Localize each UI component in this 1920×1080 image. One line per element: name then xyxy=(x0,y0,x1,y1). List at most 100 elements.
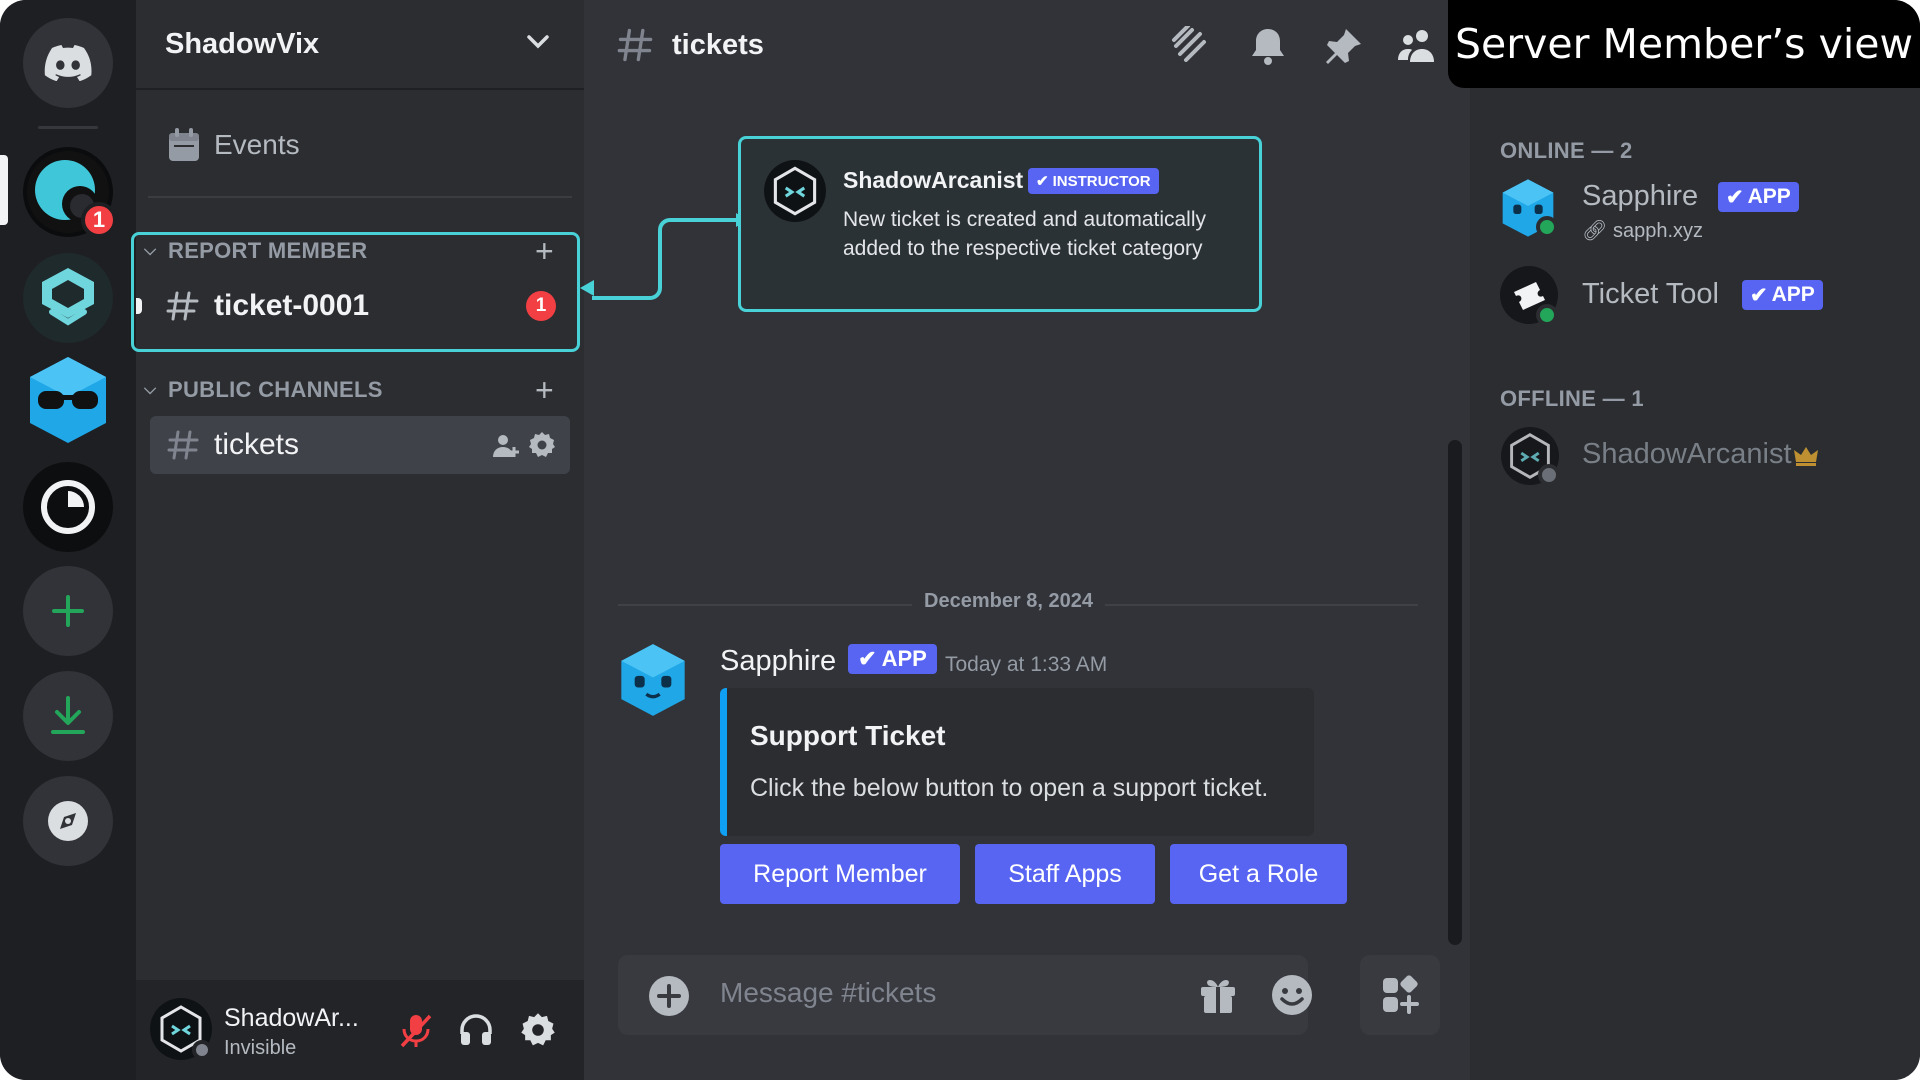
message-avatar[interactable] xyxy=(618,642,688,723)
check-icon: ✔ xyxy=(1726,185,1744,209)
embed-description: Click the below button to open a support… xyxy=(750,774,1269,802)
compass-icon xyxy=(48,801,88,841)
app-badge-label: APP xyxy=(881,646,927,671)
channel-name: tickets xyxy=(214,428,300,461)
create-channel-icon[interactable]: + xyxy=(535,372,554,409)
gift-icon[interactable] xyxy=(1198,975,1238,1015)
staff-apps-button[interactable]: Staff Apps xyxy=(975,844,1155,904)
rail-separator xyxy=(38,126,98,129)
callout-text: New ticket is created and automatically … xyxy=(843,208,1206,260)
member-sapphire[interactable]: Sapphire ✔ APP 🔗︎ sapph.xyz xyxy=(1500,178,1900,248)
user-settings-gear-icon[interactable] xyxy=(520,1012,556,1048)
category-label: PUBLIC CHANNELS xyxy=(168,377,383,402)
app-badge-label: APP xyxy=(1747,185,1791,208)
view-label-banner: Server Member’s view xyxy=(1448,0,1920,88)
message-composer[interactable]: Message #tickets xyxy=(618,955,1312,1035)
offline-header: OFFLINE — 1 xyxy=(1500,386,1644,411)
category-public-channels[interactable]: ⌵ PUBLIC CHANNELS + xyxy=(136,372,584,408)
report-member-button[interactable]: Report Member xyxy=(720,844,960,904)
apps-icon xyxy=(1383,975,1419,1014)
crown-icon xyxy=(1794,447,1818,466)
author-name: Sapphire xyxy=(720,645,837,677)
member-subtitle: sapph.xyz xyxy=(1612,220,1704,242)
instructor-avatar-icon xyxy=(764,160,826,222)
channel-tickets[interactable]: tickets xyxy=(150,416,570,474)
server-notification-badge: 1 xyxy=(81,202,117,238)
chat-scrollbar[interactable] xyxy=(1448,440,1462,945)
member-link: 🔗︎ sapph.xyz xyxy=(1582,218,1703,243)
server-circle[interactable] xyxy=(23,462,113,552)
invisible-status-icon xyxy=(192,1040,212,1060)
discover-button[interactable] xyxy=(23,776,113,866)
shield-hex-icon xyxy=(42,268,94,326)
online-header: ONLINE — 2 xyxy=(1500,138,1633,163)
member-name: Sapphire xyxy=(1582,180,1699,212)
discord-window: 1 ShadowVix Events ⌵ REPORT MEMBER + tic… xyxy=(0,0,1920,1080)
user-info[interactable]: ShadowAr... Invisible xyxy=(224,1004,359,1060)
app-badge: ✔ APP xyxy=(1718,182,1799,212)
pin-icon[interactable] xyxy=(1324,26,1364,66)
home-button[interactable] xyxy=(23,18,113,108)
member-name: ShadowArcanist xyxy=(1582,438,1792,470)
app-badge: ✔ APP xyxy=(1742,280,1823,310)
category-chevron-icon: ⌵ xyxy=(144,381,157,398)
member-list: ONLINE — 2 Sapphire ✔ APP 🔗︎ sapph.xyz Ti… xyxy=(1470,88,1920,1080)
link-icon: 🔗︎ xyxy=(1582,220,1608,242)
app-badge-label: APP xyxy=(1771,283,1815,306)
plus-icon xyxy=(52,595,84,627)
user-name: ShadowAr... xyxy=(224,1004,359,1032)
channel-title: tickets xyxy=(672,28,764,61)
user-status: Invisible xyxy=(224,1037,297,1059)
events-item[interactable]: Events xyxy=(150,119,570,171)
app-badge: ✔ APP xyxy=(848,644,937,674)
instructor-label: INSTRUCTOR xyxy=(1052,172,1151,190)
callout-author: ShadowArcanist xyxy=(843,167,1024,193)
selected-server-pill xyxy=(0,155,8,225)
date-divider: December 8, 2024 xyxy=(912,590,1106,613)
hash-icon xyxy=(617,28,653,62)
message-author[interactable]: Sapphire ✔ APP xyxy=(720,644,937,678)
mic-muted-icon[interactable] xyxy=(398,1012,434,1050)
message-timestamp: Today at 1:33 AM xyxy=(945,653,1108,676)
ring-server-icon xyxy=(41,480,95,534)
member-list-icon[interactable] xyxy=(1396,26,1436,66)
threads-icon[interactable] xyxy=(1170,26,1210,66)
server-shadowvix[interactable]: 1 xyxy=(23,147,117,238)
gear-icon[interactable] xyxy=(528,431,556,459)
discord-logo-icon xyxy=(44,45,92,81)
download-icon xyxy=(51,696,85,734)
server-sunglasses[interactable] xyxy=(23,355,113,445)
add-server-button[interactable] xyxy=(23,566,113,656)
embed-title: Support Ticket xyxy=(750,720,946,751)
server-header[interactable]: ShadowVix xyxy=(136,0,584,90)
emoji-icon[interactable] xyxy=(1270,973,1314,1017)
channel-sidebar: ShadowVix Events ⌵ REPORT MEMBER + ticke… xyxy=(136,0,584,1080)
chevron-down-icon xyxy=(527,35,549,49)
user-panel: ShadowAr... Invisible xyxy=(136,980,584,1080)
apps-button[interactable] xyxy=(1360,955,1440,1035)
calendar-icon xyxy=(169,128,199,161)
check-icon: ✔ xyxy=(858,646,877,671)
highlight-ticket-category xyxy=(131,232,580,352)
add-member-icon[interactable] xyxy=(492,433,520,459)
sunglasses-bot-icon xyxy=(30,357,106,443)
member-ticket-tool[interactable]: Ticket Tool ✔ APP xyxy=(1500,266,1900,330)
notification-bell-icon[interactable] xyxy=(1248,26,1288,66)
sapphire-avatar-icon xyxy=(621,644,685,716)
headphones-icon[interactable] xyxy=(458,1012,494,1048)
server-shield[interactable] xyxy=(23,253,113,343)
support-ticket-embed: Support Ticket Click the below button to… xyxy=(720,688,1314,836)
member-name: Ticket Tool xyxy=(1582,278,1719,310)
check-icon: ✔ xyxy=(1750,283,1768,307)
composer-placeholder: Message #tickets xyxy=(720,977,937,1008)
get-a-role-button[interactable]: Get a Role xyxy=(1170,844,1347,904)
check-icon: ✔ xyxy=(1036,173,1049,190)
download-apps-button[interactable] xyxy=(23,671,113,761)
attach-plus-icon[interactable] xyxy=(648,975,690,1017)
sidebar-divider xyxy=(148,196,572,198)
instructor-callout: ShadowArcanist ✔ INSTRUCTOR New ticket is… xyxy=(738,136,1262,312)
server-name: ShadowVix xyxy=(165,27,320,60)
member-shadowarcanist[interactable]: ShadowArcanist xyxy=(1500,426,1900,490)
user-avatar[interactable] xyxy=(150,998,212,1060)
events-label: Events xyxy=(214,129,300,160)
